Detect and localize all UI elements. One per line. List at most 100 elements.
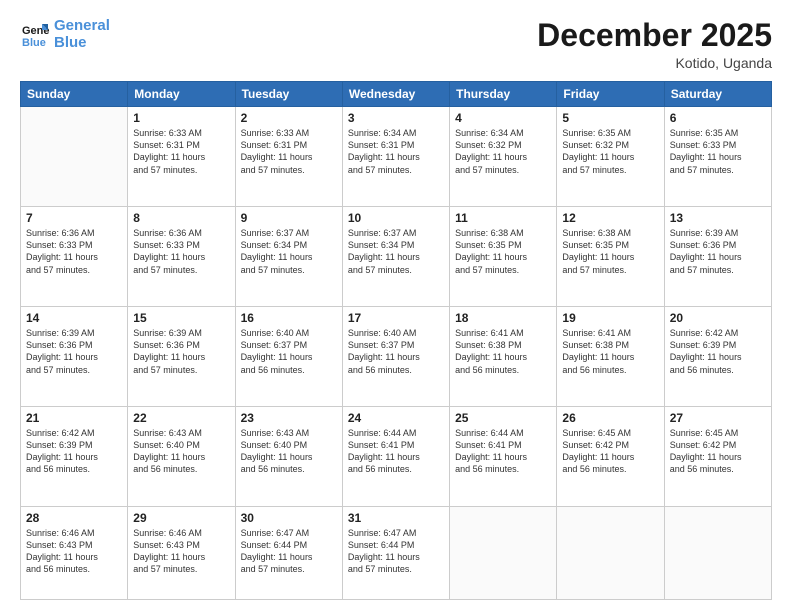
calendar-cell: 7 Sunrise: 6:36 AM Sunset: 6:33 PM Daylig… [21, 207, 128, 307]
calendar-cell: 16 Sunrise: 6:40 AM Sunset: 6:37 PM Dayli… [235, 307, 342, 407]
day-info: Sunrise: 6:39 AM Sunset: 6:36 PM Dayligh… [133, 327, 229, 376]
calendar-cell: 11 Sunrise: 6:38 AM Sunset: 6:35 PM Dayli… [450, 207, 557, 307]
calendar-cell: 4 Sunrise: 6:34 AM Sunset: 6:32 PM Daylig… [450, 107, 557, 207]
calendar-cell: 25 Sunrise: 6:44 AM Sunset: 6:41 PM Dayli… [450, 407, 557, 507]
day-number: 10 [348, 211, 444, 225]
col-sunday: Sunday [21, 82, 128, 107]
calendar-cell: 23Sunrise: 6:43 AM Sunset: 6:40 PM Dayli… [235, 407, 342, 507]
calendar-cell: 22Sunrise: 6:43 AM Sunset: 6:40 PM Dayli… [128, 407, 235, 507]
calendar-cell: 18Sunrise: 6:41 AM Sunset: 6:38 PM Dayli… [450, 307, 557, 407]
day-info: Sunrise: 6:47 AM Sunset: 6:44 PM Dayligh… [348, 527, 444, 576]
day-info: Sunrise: 6:35 AM Sunset: 6:32 PM Dayligh… [562, 127, 658, 176]
day-info: Sunrise: 6:44 AM Sunset: 6:41 PM Dayligh… [348, 427, 444, 476]
day-number: 11 [455, 211, 551, 225]
day-number: 30 [241, 511, 337, 525]
calendar-cell: 20 Sunrise: 6:42 AM Sunset: 6:39 PM Dayli… [664, 307, 771, 407]
day-number: 27 [670, 411, 766, 425]
day-info: Sunrise: 6:40 AM Sunset: 6:37 PM Dayligh… [348, 327, 444, 376]
day-info: Sunrise: 6:47 AM Sunset: 6:44 PM Dayligh… [241, 527, 337, 576]
day-info: Sunrise: 6:43 AM Sunset: 6:40 PM Dayligh… [133, 427, 229, 476]
calendar-cell: 15 Sunrise: 6:39 AM Sunset: 6:36 PM Dayli… [128, 307, 235, 407]
calendar-cell: 10 Sunrise: 6:37 AM Sunset: 6:34 PM Dayli… [342, 207, 449, 307]
day-info: Sunrise: 6:42 AM Sunset: 6:39 PM Dayligh… [670, 327, 766, 376]
col-saturday: Saturday [664, 82, 771, 107]
day-info: Sunrise: 6:45 AM Sunset: 6:42 PM Dayligh… [562, 427, 658, 476]
calendar-week-2: 7 Sunrise: 6:36 AM Sunset: 6:33 PM Daylig… [21, 207, 772, 307]
calendar-cell: 31 Sunrise: 6:47 AM Sunset: 6:44 PM Dayli… [342, 507, 449, 600]
day-number: 9 [241, 211, 337, 225]
calendar-table: Sunday Monday Tuesday Wednesday Thursday… [20, 81, 772, 600]
calendar-cell [664, 507, 771, 600]
calendar-cell: 13Sunrise: 6:39 AM Sunset: 6:36 PM Dayli… [664, 207, 771, 307]
logo-text: General Blue [54, 18, 110, 51]
day-number: 1 [133, 111, 229, 125]
day-info: Sunrise: 6:37 AM Sunset: 6:34 PM Dayligh… [348, 227, 444, 276]
day-info: Sunrise: 6:46 AM Sunset: 6:43 PM Dayligh… [26, 527, 122, 576]
calendar-cell: 30 Sunrise: 6:47 AM Sunset: 6:44 PM Dayli… [235, 507, 342, 600]
calendar-cell: 27 Sunrise: 6:45 AM Sunset: 6:42 PM Dayli… [664, 407, 771, 507]
day-number: 20 [670, 311, 766, 325]
calendar-cell: 26 Sunrise: 6:45 AM Sunset: 6:42 PM Dayli… [557, 407, 664, 507]
day-number: 14 [26, 311, 122, 325]
day-number: 6 [670, 111, 766, 125]
day-number: 7 [26, 211, 122, 225]
day-number: 16 [241, 311, 337, 325]
day-info: Sunrise: 6:42 AM Sunset: 6:39 PM Dayligh… [26, 427, 122, 476]
header: General Blue General Blue December 2025 … [20, 18, 772, 71]
calendar-cell: 1Sunrise: 6:33 AM Sunset: 6:31 PM Daylig… [128, 107, 235, 207]
calendar-cell: 24 Sunrise: 6:44 AM Sunset: 6:41 PM Dayli… [342, 407, 449, 507]
day-number: 4 [455, 111, 551, 125]
day-info: Sunrise: 6:34 AM Sunset: 6:31 PM Dayligh… [348, 127, 444, 176]
day-number: 31 [348, 511, 444, 525]
calendar-cell: 9Sunrise: 6:37 AM Sunset: 6:34 PM Daylig… [235, 207, 342, 307]
calendar-cell: 8 Sunrise: 6:36 AM Sunset: 6:33 PM Daylig… [128, 207, 235, 307]
day-number: 28 [26, 511, 122, 525]
calendar-cell [450, 507, 557, 600]
day-number: 13 [670, 211, 766, 225]
day-info: Sunrise: 6:36 AM Sunset: 6:33 PM Dayligh… [133, 227, 229, 276]
calendar-cell: 3 Sunrise: 6:34 AM Sunset: 6:31 PM Daylig… [342, 107, 449, 207]
day-info: Sunrise: 6:35 AM Sunset: 6:33 PM Dayligh… [670, 127, 766, 176]
day-info: Sunrise: 6:33 AM Sunset: 6:31 PM Dayligh… [241, 127, 337, 176]
calendar-cell [21, 107, 128, 207]
col-wednesday: Wednesday [342, 82, 449, 107]
day-info: Sunrise: 6:36 AM Sunset: 6:33 PM Dayligh… [26, 227, 122, 276]
day-info: Sunrise: 6:46 AM Sunset: 6:43 PM Dayligh… [133, 527, 229, 576]
day-info: Sunrise: 6:40 AM Sunset: 6:37 PM Dayligh… [241, 327, 337, 376]
day-number: 17 [348, 311, 444, 325]
day-info: Sunrise: 6:41 AM Sunset: 6:38 PM Dayligh… [562, 327, 658, 376]
day-number: 25 [455, 411, 551, 425]
calendar-cell: 14Sunrise: 6:39 AM Sunset: 6:36 PM Dayli… [21, 307, 128, 407]
day-info: Sunrise: 6:34 AM Sunset: 6:32 PM Dayligh… [455, 127, 551, 176]
calendar-cell: 2Sunrise: 6:33 AM Sunset: 6:31 PM Daylig… [235, 107, 342, 207]
col-monday: Monday [128, 82, 235, 107]
day-number: 21 [26, 411, 122, 425]
calendar-cell: 12Sunrise: 6:38 AM Sunset: 6:35 PM Dayli… [557, 207, 664, 307]
day-info: Sunrise: 6:38 AM Sunset: 6:35 PM Dayligh… [455, 227, 551, 276]
main-title: December 2025 [537, 18, 772, 53]
logo-line1: General [54, 17, 110, 34]
logo-icon: General Blue [20, 20, 50, 50]
day-number: 24 [348, 411, 444, 425]
day-number: 5 [562, 111, 658, 125]
page: General Blue General Blue December 2025 … [0, 0, 792, 612]
day-info: Sunrise: 6:41 AM Sunset: 6:38 PM Dayligh… [455, 327, 551, 376]
calendar-header-row: Sunday Monday Tuesday Wednesday Thursday… [21, 82, 772, 107]
day-number: 19 [562, 311, 658, 325]
day-number: 15 [133, 311, 229, 325]
calendar-cell: 19 Sunrise: 6:41 AM Sunset: 6:38 PM Dayli… [557, 307, 664, 407]
calendar-cell [557, 507, 664, 600]
day-info: Sunrise: 6:45 AM Sunset: 6:42 PM Dayligh… [670, 427, 766, 476]
day-number: 26 [562, 411, 658, 425]
title-block: December 2025 Kotido, Uganda [537, 18, 772, 71]
day-info: Sunrise: 6:44 AM Sunset: 6:41 PM Dayligh… [455, 427, 551, 476]
day-number: 8 [133, 211, 229, 225]
col-thursday: Thursday [450, 82, 557, 107]
calendar-week-4: 21 Sunrise: 6:42 AM Sunset: 6:39 PM Dayli… [21, 407, 772, 507]
logo: General Blue General Blue [20, 18, 110, 51]
calendar-week-1: 1 Sunrise: 6:33 AM Sunset: 6:31 PM Daylig… [21, 107, 772, 207]
day-number: 12 [562, 211, 658, 225]
day-info: Sunrise: 6:43 AM Sunset: 6:40 PM Dayligh… [241, 427, 337, 476]
day-number: 3 [348, 111, 444, 125]
logo-line2: Blue [54, 34, 87, 51]
